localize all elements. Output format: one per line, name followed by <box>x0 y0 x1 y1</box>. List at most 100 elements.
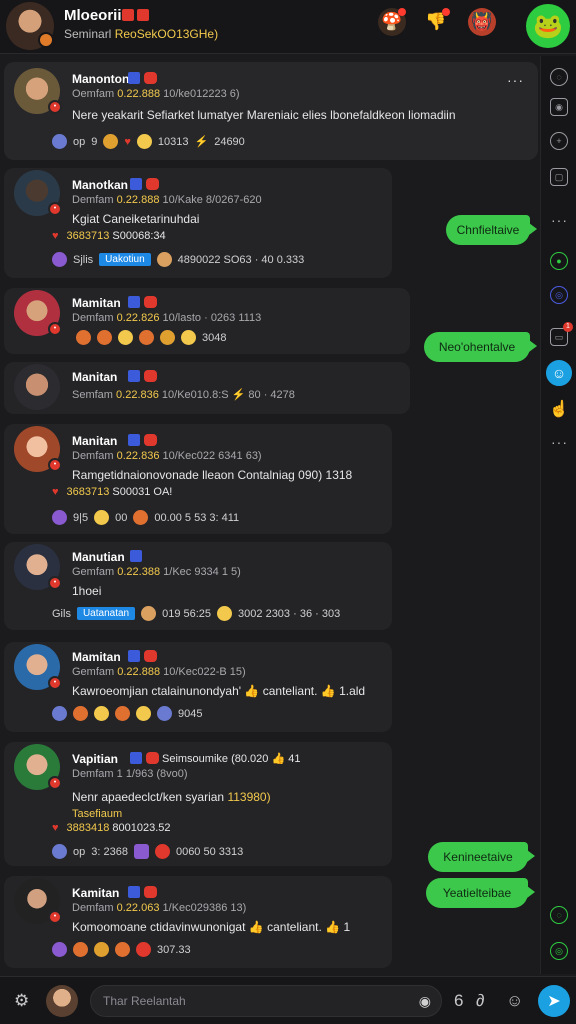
reaction-icon <box>97 330 112 345</box>
send-button[interactable]: ➤ <box>538 985 570 1017</box>
reply-bubble[interactable]: Kenineetaive <box>428 842 535 872</box>
role-badge <box>144 370 157 382</box>
reply-bubble[interactable]: Yeatielteibae <box>426 878 535 908</box>
link-icon[interactable]: ∂ <box>476 991 484 1011</box>
lightning-icon: ⚡ <box>194 136 209 148</box>
more-icon[interactable]: ··· <box>551 434 568 450</box>
reaction-row[interactable]: 3048 <box>76 330 226 345</box>
sender-name[interactable]: Manitan <box>72 370 117 384</box>
message-input[interactable]: Thar Reelantah ◉ <box>90 985 442 1017</box>
sender-name[interactable]: Manutian <box>72 550 125 564</box>
message-meta: Oemfam 0.22.888 10/ke012223 6) <box>72 88 240 100</box>
reaction-icon <box>73 942 88 957</box>
message-card[interactable]: • Kamitan Demfam 0.22.063 1/Kec029386 13… <box>4 876 392 968</box>
reaction-icon <box>160 330 175 345</box>
sender-name[interactable]: Mamitan <box>72 296 121 310</box>
channel-avatar[interactable] <box>6 2 54 50</box>
tag-badge[interactable]: Uakotiun <box>99 253 151 266</box>
chat-icon[interactable]: ◌ <box>550 68 568 86</box>
reaction-icon <box>133 844 149 859</box>
monster-icon[interactable]: 👹 <box>468 8 496 36</box>
avatar[interactable]: • <box>14 68 62 114</box>
main-chat-button[interactable]: 🐸 <box>526 4 570 48</box>
message-text: Nere yeakarit Sefiarket lumatyer Marenia… <box>72 108 456 122</box>
avatar[interactable]: • <box>14 290 62 336</box>
reaction-icon <box>181 330 196 345</box>
reaction-row[interactable]: op 3: 2368 0060 50 3313 <box>52 844 243 859</box>
reaction-icon <box>156 252 172 267</box>
reaction-row[interactable]: Sjlis Uakotiun 4890022 SO63 · 40 0.333 <box>52 252 304 267</box>
message-meta: Gemfam 0.22.388 1/Kec 9334 1 5) <box>72 566 241 578</box>
right-rail: ◌ ◉ + ▢ ··· ● ◎ ▭ 1 ☺ ☝ ··· ◌ ◎ <box>540 56 576 974</box>
emoji-icon[interactable]: ☺ <box>506 991 523 1011</box>
message-card[interactable]: • Manitan Demfam 0.22.836 10/Kec022 6341… <box>4 424 392 534</box>
settings-icon[interactable]: ⚙ <box>14 991 29 1011</box>
verified-badge <box>128 886 140 898</box>
smile-icon[interactable]: ☺ <box>546 360 572 386</box>
sender-name[interactable]: Kamitan <box>72 886 119 900</box>
blue-app-icon[interactable]: ◎ <box>550 286 568 304</box>
mention-icon[interactable]: 6 <box>454 991 463 1011</box>
verified-badge <box>130 550 142 562</box>
reaction-icon <box>139 330 154 345</box>
record-icon[interactable]: ◉ <box>550 98 568 116</box>
green-settings-icon[interactable]: ◎ <box>550 942 568 960</box>
avatar[interactable]: • <box>14 544 62 590</box>
tag-badge[interactable]: Uatanatan <box>76 607 136 620</box>
reaction-row[interactable]: 307.33 <box>52 942 191 957</box>
sender-name[interactable]: Vapitian <box>72 752 118 766</box>
message-card[interactable]: • Manutian Gemfam 0.22.388 1/Kec 9334 1 … <box>4 542 392 630</box>
reaction-icon <box>136 942 151 957</box>
camera-icon[interactable]: ◉ <box>419 986 431 1016</box>
sender-name[interactable]: Manitan <box>72 434 117 448</box>
message-meta: Demfam 0.22.888 10/Kake 8/0267-620 <box>72 194 262 206</box>
more-options-icon[interactable]: ··· <box>507 72 524 88</box>
reaction-icon <box>52 706 67 721</box>
message-stats: ♥ 3683713 S00068:34 <box>52 230 166 242</box>
reaction-row[interactable]: 9|5 00 00.00 5 53 3: 411 <box>52 510 239 525</box>
message-icon[interactable]: ▢ <box>550 168 568 186</box>
reaction-row[interactable]: op 9 ♥ 10313 ⚡ 24690 <box>52 134 245 149</box>
add-icon[interactable]: + <box>550 132 568 150</box>
message-card[interactable]: • Mamitan Gemfam 0.22.888 10/Kec022-B 15… <box>4 642 392 732</box>
reaction-icon <box>94 942 109 957</box>
avatar[interactable]: • <box>14 170 62 216</box>
message-card[interactable]: Manitan Semfam 0.22.836 10/Ke010.8:S ⚡ 8… <box>4 362 410 414</box>
message-card[interactable]: • Manotkan Demfam 0.22.888 10/Kake 8/026… <box>4 168 392 278</box>
avatar[interactable]: • <box>14 744 62 790</box>
sender-name[interactable]: Manotkan <box>72 178 128 192</box>
mushroom-icon[interactable]: 🍄 <box>378 8 406 36</box>
message-card[interactable]: • Manonton Oemfam 0.22.888 10/ke012223 6… <box>4 62 538 160</box>
status-badge: • <box>48 322 62 336</box>
message-card[interactable]: • Mamitan Demfam 0.22.826 10/lasto · 026… <box>4 288 410 354</box>
green-app-icon[interactable]: ● <box>550 252 568 270</box>
more-icon[interactable]: ··· <box>551 212 568 228</box>
sender-name[interactable]: Mamitan <box>72 650 121 664</box>
message-stats: ♥ 3883418 8001023.52 <box>52 822 171 834</box>
status-badge: • <box>48 100 62 114</box>
status-badge: • <box>48 202 62 216</box>
green-status-icon[interactable]: ◌ <box>550 906 568 924</box>
channel-subtitle: Seminarl ReoSekOO13GHe) <box>64 27 218 41</box>
sender-name[interactable]: Manonton <box>72 72 129 86</box>
avatar[interactable]: • <box>14 426 62 472</box>
inbox-badge: 1 <box>563 322 573 332</box>
reaction-row[interactable]: 9045 <box>52 706 202 721</box>
avatar[interactable]: • <box>14 878 62 924</box>
message-card[interactable]: • Vapitian Seimsoumike (80.020 👍 41 Demf… <box>4 742 392 866</box>
message-text: Nenr apaedeclct/ken syarian 113980) <box>72 790 271 804</box>
reply-bubble[interactable]: Neo'ohentalve <box>424 332 537 362</box>
reaction-row[interactable]: Gils Uatanatan 019 56:25 3002 2303 · 36 … <box>52 606 340 621</box>
user-avatar[interactable] <box>46 985 78 1017</box>
role-badge <box>144 296 157 308</box>
thumbs-down-icon[interactable]: 👎 <box>422 8 450 36</box>
verified-badge <box>128 296 140 308</box>
avatar[interactable] <box>14 364 60 410</box>
message-text: Ramgetidnaionovonade lleaon Contalniag 0… <box>72 468 353 482</box>
gesture-icon[interactable]: ☝ <box>549 400 569 418</box>
reply-bubble[interactable]: Chnfieltaive <box>446 215 537 245</box>
message-meta: Demfam 0.22.063 1/Kec029386 13) <box>72 902 247 914</box>
avatar[interactable]: • <box>14 644 62 690</box>
reaction-icon <box>94 510 110 525</box>
verified-badge <box>128 434 140 446</box>
